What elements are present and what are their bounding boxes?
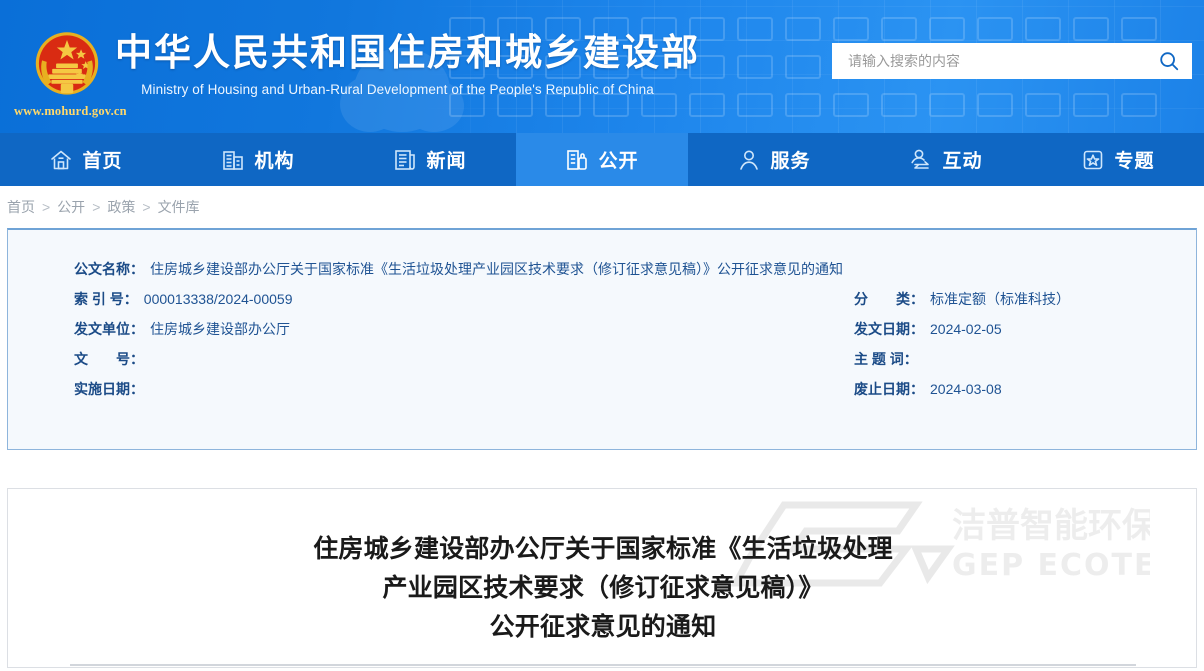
china-national-emblem-icon — [28, 26, 106, 104]
metadata-label: 索 引 号： — [74, 289, 138, 309]
metadata-label: 文 号： — [74, 349, 144, 369]
nav-item-organization[interactable]: 机构 — [172, 133, 344, 186]
nav-label-interaction: 互动 — [942, 146, 982, 173]
nav-item-news[interactable]: 新闻 — [344, 133, 516, 186]
metadata-row: 公文名称： 住房城乡建设部办公厅关于国家标准《生活垃圾处理产业园区技术要求（修订… — [74, 254, 1154, 284]
site-title-chinese: 中华人民共和国住房和城乡建设部 — [115, 28, 700, 78]
metadata-value: 住房城乡建设部办公厅 — [150, 319, 290, 339]
document-title-line: 住房城乡建设部办公厅关于国家标准《生活垃圾处理 — [8, 529, 1197, 568]
document-title: 住房城乡建设部办公厅关于国家标准《生活垃圾处理 产业园区技术要求（修订征求意见稿… — [8, 529, 1197, 646]
metadata-value: 标准定额（标准科技） — [930, 289, 1070, 309]
nav-label-open: 公开 — [598, 146, 638, 173]
breadcrumb-item-home[interactable]: 首页 — [7, 197, 35, 217]
breadcrumb-item-open[interactable]: 公开 — [57, 197, 85, 217]
search-button[interactable] — [1146, 43, 1192, 79]
metadata-cell-issuing-unit: 发文单位： 住房城乡建设部办公厅 — [74, 319, 854, 339]
metadata-label: 公文名称： — [74, 259, 144, 279]
main-navigation: 首页 机构 新闻 公开 — [0, 133, 1204, 186]
metadata-value: 2024-03-08 — [930, 381, 1002, 397]
nav-label-service: 服务 — [770, 146, 810, 173]
metadata-value: 2024-02-05 — [930, 321, 1002, 337]
metadata-label: 发文单位： — [74, 319, 144, 339]
open-file-icon — [565, 148, 589, 172]
metadata-cell-issue-date: 发文日期： 2024-02-05 — [854, 319, 1154, 339]
nav-item-service[interactable]: 服务 — [688, 133, 860, 186]
building-icon — [221, 148, 245, 172]
metadata-value: 住房城乡建设部办公厅关于国家标准《生活垃圾处理产业园区技术要求（修订征求意见稿）… — [150, 259, 843, 279]
news-icon — [393, 148, 417, 172]
site-title-english: Ministry of Housing and Urban-Rural Deve… — [115, 82, 680, 97]
metadata-label: 发文日期： — [854, 319, 924, 339]
home-icon — [49, 148, 73, 172]
search-icon — [1158, 50, 1180, 72]
breadcrumb-item-file-library[interactable]: 文件库 — [158, 197, 200, 217]
metadata-row: 文 号： 主 题 词： — [74, 344, 1154, 374]
metadata-label: 分 类： — [854, 289, 924, 309]
metadata-cell-expiry-date: 废止日期： 2024-03-08 — [854, 379, 1154, 399]
nav-label-topic: 专题 — [1114, 146, 1154, 173]
document-title-line: 产业园区技术要求（修订征求意见稿）》 — [8, 568, 1197, 607]
search-box[interactable] — [832, 43, 1192, 79]
site-header: www.mohurd.gov.cn 中华人民共和国住房和城乡建设部 Minist… — [0, 0, 1204, 133]
nav-item-interaction[interactable]: 互动 — [860, 133, 1032, 186]
metadata-cell-index-number: 索 引 号： 000013338/2024-00059 — [74, 289, 854, 309]
nav-item-open[interactable]: 公开 — [516, 133, 688, 186]
breadcrumb-item-policy[interactable]: 政策 — [107, 197, 135, 217]
breadcrumb: 首页 > 公开 > 政策 > 文件库 — [0, 186, 1204, 228]
breadcrumb-separator: > — [142, 199, 150, 215]
interaction-icon — [909, 148, 933, 172]
document-title-line: 公开征求意见的通知 — [8, 607, 1197, 646]
breadcrumb-separator: > — [92, 199, 100, 215]
metadata-row: 发文单位： 住房城乡建设部办公厅 发文日期： 2024-02-05 — [74, 314, 1154, 344]
metadata-row: 索 引 号： 000013338/2024-00059 分 类： 标准定额（标准… — [74, 284, 1154, 314]
document-content-panel: 洁普智能环保 GEP ECOTECH 住房城乡建设部办公厅关于国家标准《生活垃圾… — [7, 488, 1197, 668]
metadata-label: 废止日期： — [854, 379, 924, 399]
document-metadata-grid: 公文名称： 住房城乡建设部办公厅关于国家标准《生活垃圾处理产业园区技术要求（修订… — [74, 254, 1154, 404]
star-box-icon — [1081, 148, 1105, 172]
document-metadata-panel: 公文名称： 住房城乡建设部办公厅关于国家标准《生活垃圾处理产业园区技术要求（修订… — [7, 228, 1197, 450]
metadata-cell-category: 分 类： 标准定额（标准科技） — [854, 289, 1154, 309]
site-title-block: 中华人民共和国住房和城乡建设部 Ministry of Housing and … — [115, 28, 700, 97]
metadata-value: 000013338/2024-00059 — [144, 291, 293, 307]
nav-label-organization: 机构 — [254, 146, 294, 173]
breadcrumb-separator: > — [42, 199, 50, 215]
nav-label-home: 首页 — [82, 146, 122, 173]
nav-item-topic[interactable]: 专题 — [1032, 133, 1204, 186]
site-url: www.mohurd.gov.cn — [14, 104, 127, 119]
nav-item-home[interactable]: 首页 — [0, 133, 172, 186]
metadata-label: 实施日期： — [74, 379, 144, 399]
metadata-cell-effective-date: 实施日期： — [74, 379, 854, 399]
search-input[interactable] — [832, 43, 1146, 79]
user-service-icon — [737, 148, 761, 172]
metadata-label: 主 题 词： — [854, 349, 918, 369]
nav-label-news: 新闻 — [426, 146, 466, 173]
metadata-row: 实施日期： 废止日期： 2024-03-08 — [74, 374, 1154, 404]
metadata-cell-document-number: 文 号： — [74, 349, 854, 369]
document-divider — [70, 664, 1136, 666]
metadata-cell-keywords: 主 题 词： — [854, 349, 1154, 369]
metadata-cell-doc-name: 公文名称： 住房城乡建设部办公厅关于国家标准《生活垃圾处理产业园区技术要求（修订… — [74, 259, 854, 279]
